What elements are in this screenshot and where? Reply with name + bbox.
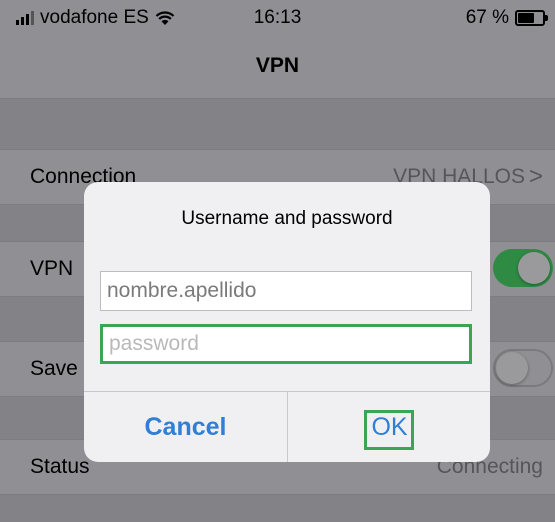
section-gap <box>0 99 555 149</box>
section-gap <box>0 495 555 522</box>
dialog-actions: Cancel OK <box>84 391 490 462</box>
battery-percent: 67 % <box>465 7 509 28</box>
page-title: VPN <box>255 54 300 77</box>
ok-button[interactable]: OK <box>288 392 490 462</box>
chevron-right-icon: > <box>528 163 543 190</box>
vpn-toggle[interactable] <box>493 249 553 287</box>
save-toggle[interactable] <box>493 349 553 387</box>
vpn-label: VPN <box>30 257 74 280</box>
status-bar: vodafone ES 16:13 67 % <box>0 0 555 34</box>
status-label: Status <box>30 455 90 478</box>
cancel-button[interactable]: Cancel <box>84 392 287 462</box>
password-input[interactable] <box>100 324 472 364</box>
dialog-title: Username and password <box>181 208 393 229</box>
nav-bar: VPN <box>0 34 555 99</box>
battery-icon <box>515 10 548 26</box>
username-input[interactable] <box>100 271 472 311</box>
credentials-dialog: Username and password Cancel OK <box>84 182 490 462</box>
save-label: Save <box>30 357 78 380</box>
battery-status: 67 % <box>465 7 548 29</box>
